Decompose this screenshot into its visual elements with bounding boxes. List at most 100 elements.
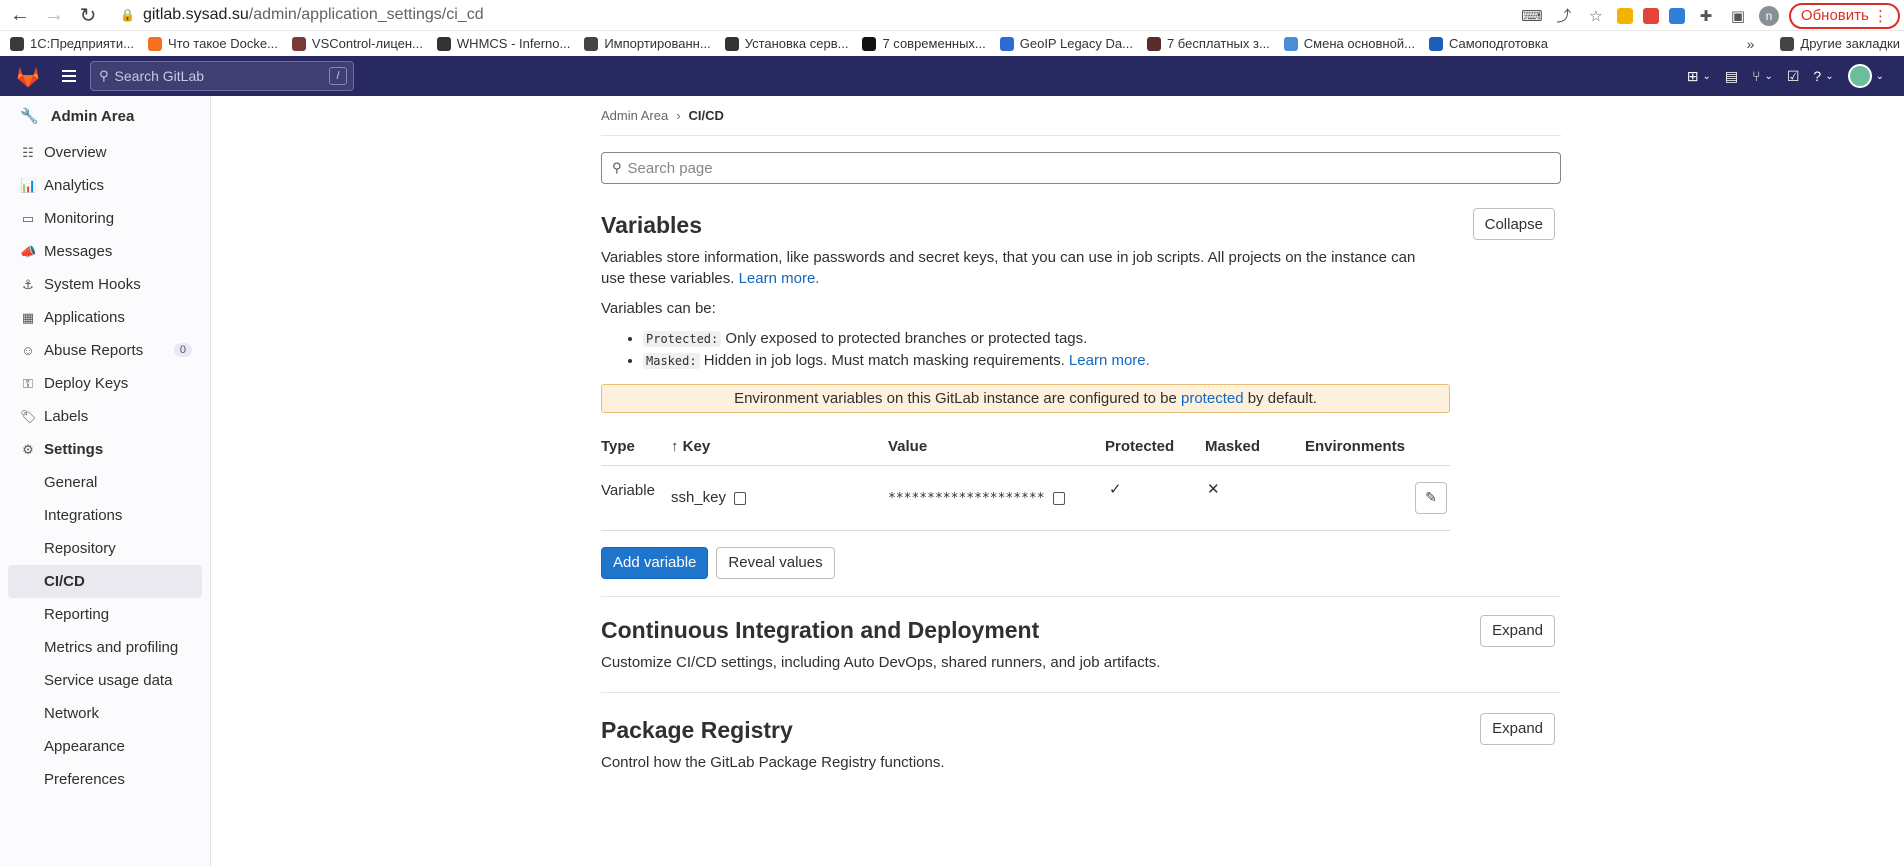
bookmark-item[interactable]: VSControl-лицен...: [291, 36, 423, 51]
sidebar-subitem-service-usage-data[interactable]: Service usage data: [0, 664, 210, 697]
cell-type: Variable: [601, 465, 671, 531]
bookmark-item[interactable]: Установка серв...: [724, 36, 848, 51]
sidebar-item-deploy-keys[interactable]: ⚿ Deploy Keys: [0, 367, 210, 400]
search-gitlab-input[interactable]: ⚲ Search GitLab /: [90, 61, 354, 91]
cell-key: ssh_key: [671, 465, 888, 531]
list-item: Masked: Hidden in job logs. Must match m…: [643, 350, 1561, 372]
sidebar-item-label: Messages: [44, 243, 113, 260]
update-button[interactable]: Обновить ⋮: [1788, 2, 1900, 29]
extension-icon[interactable]: [1668, 7, 1685, 24]
breadcrumb: Admin Area › CI/CD: [601, 96, 1561, 136]
sort-arrow-icon: ↑: [671, 438, 683, 456]
gitlab-logo-icon[interactable]: [14, 62, 42, 90]
sidebar-subitem-repository[interactable]: Repository: [0, 532, 210, 565]
sidebar-item-applications[interactable]: ▦ Applications: [0, 301, 210, 334]
learn-more-link[interactable]: Learn more.: [739, 270, 820, 287]
bookmark-item[interactable]: WHMCS - Inferno...: [436, 36, 570, 51]
sidebar-item-overview[interactable]: ☷ Overview: [0, 136, 210, 169]
help-icon[interactable]: ? ⌄: [1813, 68, 1833, 84]
edit-variable-button[interactable]: ✎: [1415, 481, 1447, 514]
bookmark-item[interactable]: Самоподготовка: [1428, 36, 1548, 51]
todos-icon[interactable]: ☑: [1787, 68, 1800, 85]
sidebar-item-system-hooks[interactable]: ⚓ System Hooks: [0, 268, 210, 301]
sidebar-subitem-appearance[interactable]: Appearance: [0, 730, 210, 763]
add-variable-button[interactable]: Add variable: [601, 546, 709, 579]
bookmark-item[interactable]: 1С:Предприяти...: [10, 36, 134, 51]
address-bar[interactable]: 🔒 gitlab.sysad.su/admin/application_sett…: [120, 2, 484, 28]
forward-icon[interactable]: →: [40, 1, 68, 29]
user-menu[interactable]: ⌄: [1847, 64, 1884, 88]
reload-icon[interactable]: ↻: [74, 1, 102, 29]
breadcrumb-current[interactable]: CI/CD: [689, 108, 724, 123]
translate-icon[interactable]: ⌨: [1521, 5, 1543, 27]
url-host: gitlab.sysad.su: [142, 6, 249, 23]
admin-sidebar: 🔧 Admin Area ☷ Overview 📊 Analytics ▭ Monitor…: [0, 96, 211, 866]
menu-icon[interactable]: [58, 65, 80, 87]
expand-button[interactable]: Expand: [1480, 614, 1555, 647]
sidebar-subitem-general[interactable]: General: [0, 466, 210, 499]
sidebar-item-messages[interactable]: 📣 Messages: [0, 235, 210, 268]
profile-avatar[interactable]: n: [1758, 5, 1779, 26]
sidepanel-icon[interactable]: ▣: [1727, 5, 1749, 27]
bookmark-item[interactable]: 7 бесплатных з...: [1146, 36, 1270, 51]
bookmark-favicon-icon: [862, 36, 877, 51]
gitlab-topbar: ⚲ Search GitLab / ⊞ ⌄ ▤ ⑂ ⌄ ☑ ? ⌄ ⌄: [0, 56, 1904, 96]
sidebar-item-abuse-reports[interactable]: ☺ Abuse Reports 0: [0, 334, 210, 367]
variables-table: Type ↑ Key Value Protected Masked Enviro…: [601, 429, 1450, 531]
sidebar-item-settings[interactable]: ⚙ Settings: [0, 433, 210, 466]
sidebar-subitem-metrics-and-profiling[interactable]: Metrics and profiling: [0, 631, 210, 664]
collapse-button[interactable]: Collapse: [1472, 208, 1555, 240]
lock-icon: 🔒: [120, 8, 135, 22]
variable-types-list: Protected: Only exposed to protected bra…: [643, 328, 1561, 372]
bookmark-favicon-icon: [10, 36, 24, 51]
share-icon[interactable]: ⤴: [1553, 5, 1575, 27]
expand-button[interactable]: Expand: [1480, 712, 1555, 745]
sidebar-header[interactable]: 🔧 Admin Area: [0, 96, 210, 136]
search-page-input[interactable]: ⚲ Search page: [601, 152, 1561, 184]
settings-icon: ⚙: [22, 441, 34, 457]
sidebar-item-label: System Hooks: [44, 276, 141, 293]
breadcrumb-admin[interactable]: Admin Area: [601, 108, 668, 123]
header-key[interactable]: ↑ Key: [671, 429, 888, 466]
reveal-values-button[interactable]: Reveal values: [716, 546, 835, 579]
sidebar-subitem-network[interactable]: Network: [0, 697, 210, 730]
sidebar-subitem-reporting[interactable]: Reporting: [0, 598, 210, 631]
bookmark-favicon-icon: [584, 36, 599, 51]
variables-can-be: Variables can be:: [601, 300, 716, 317]
puzzle-icon[interactable]: ✚: [1695, 5, 1717, 27]
sidebar-subitem-preferences[interactable]: Preferences: [0, 763, 210, 796]
copy-icon[interactable]: [734, 491, 747, 505]
merge-requests-icon[interactable]: ⑂ ⌄: [1752, 68, 1773, 84]
bookmark-item[interactable]: GeoIP Legacy Da...: [999, 36, 1133, 51]
sidebar-item-monitoring[interactable]: ▭ Monitoring: [0, 202, 210, 235]
sidebar-subitem-ci-cd[interactable]: CI/CD: [8, 565, 202, 598]
learn-more-link[interactable]: Learn more.: [1069, 352, 1150, 369]
bookmark-favicon-icon: [999, 36, 1014, 51]
create-new-icon[interactable]: ⊞ ⌄: [1687, 68, 1711, 85]
table-row: Variable ssh_key ******************** ✓ …: [601, 465, 1450, 531]
bookmark-favicon-icon: [1428, 36, 1443, 51]
bookmark-item[interactable]: Импортированн...: [584, 36, 711, 51]
hooks-icon: ⚓: [22, 276, 34, 292]
label-icon: 🏷: [20, 408, 37, 424]
back-icon[interactable]: ←: [6, 1, 34, 29]
bookmark-item[interactable]: Что такое Docke...: [147, 36, 278, 51]
bookmark-item[interactable]: Смена основной...: [1283, 36, 1415, 51]
folder-icon: [1780, 36, 1795, 51]
sidebar-subitem-integrations[interactable]: Integrations: [0, 499, 210, 532]
protected-link[interactable]: protected: [1181, 390, 1244, 407]
more-bookmarks-icon[interactable]: »: [1747, 36, 1755, 52]
extension-icon[interactable]: [1642, 7, 1659, 24]
star-icon[interactable]: ☆: [1585, 5, 1607, 27]
extension-icon[interactable]: [1616, 7, 1633, 24]
bookmark-item[interactable]: 7 современных...: [862, 36, 986, 51]
issues-icon[interactable]: ▤: [1725, 68, 1738, 85]
bookmark-favicon-icon: [147, 36, 162, 51]
copy-icon[interactable]: [1052, 491, 1065, 505]
other-bookmarks[interactable]: Другие закладки: [1780, 36, 1900, 51]
sidebar-item-labels[interactable]: 🏷 Labels: [0, 400, 210, 433]
sidebar-item-label: Analytics: [44, 177, 105, 194]
sidebar-item-analytics[interactable]: 📊 Analytics: [0, 169, 210, 202]
bookmarks-bar: 1С:Предприяти... Что такое Docke... VSCont…: [0, 31, 1904, 56]
bookmark-favicon-icon: [436, 36, 451, 51]
